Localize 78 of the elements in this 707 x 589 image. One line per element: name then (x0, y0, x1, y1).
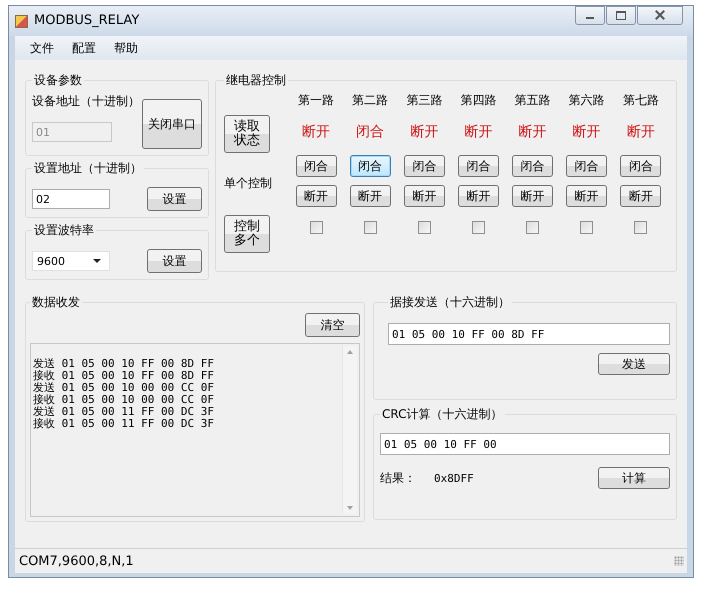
result-value: 0x8DFF (434, 472, 475, 484)
close-relay-button[interactable]: 闭合 (620, 155, 662, 177)
open-relay-button[interactable]: 断开 (620, 185, 662, 207)
open-relay-button[interactable]: 断开 (404, 185, 445, 207)
menu-item[interactable]: 帮助 (105, 40, 147, 56)
window-title: MODBUS_RELAY (34, 13, 140, 28)
caret-icon (93, 259, 101, 263)
close-relay-button[interactable]: 闭合 (404, 155, 445, 177)
close-icon[interactable] (637, 6, 683, 25)
close-relay-button[interactable]: 闭合 (566, 155, 608, 177)
relay-status: 断开 (626, 123, 655, 142)
checkbox[interactable] (526, 221, 540, 234)
group-title: 数据收发 (31, 294, 81, 311)
scrollbar[interactable] (342, 346, 357, 514)
close-relay-button[interactable]: 闭合 (512, 155, 554, 177)
relay-status: 断开 (464, 123, 492, 142)
open-relay-button[interactable]: 断开 (458, 185, 499, 207)
checkbox[interactable] (310, 221, 323, 234)
channel-label: 第六路 (568, 92, 605, 109)
channel-label: 第七路 (622, 92, 659, 109)
channel-label: 第二路 (352, 92, 388, 109)
group-title: 继电器控制 (225, 72, 287, 89)
set-button[interactable]: 设置 (147, 187, 202, 211)
group-title: CRC计算（十六进制） (381, 406, 504, 423)
send-button[interactable]: 发送 (598, 353, 670, 375)
field-label: 设备地址（十进制） (32, 93, 140, 110)
calculate-button[interactable]: 计算 (598, 467, 670, 489)
channel-label: 第三路 (406, 92, 442, 109)
group-title: 设置地址（十进制） (33, 160, 143, 177)
channel-label: 第四路 (460, 92, 496, 109)
app-icon (15, 15, 28, 28)
status-text: COM7,9600,8,N,1 (19, 554, 134, 568)
relay-status: 断开 (302, 123, 330, 142)
log-line: 发送 01 05 00 10 FF 00 8D FF (33, 358, 215, 370)
open-relay-button[interactable]: 断开 (566, 185, 608, 207)
group-title: 据接发送（十六进制） (389, 294, 511, 311)
menu-item[interactable]: 配置 (63, 40, 105, 56)
close-relay-button[interactable]: 闭合 (350, 155, 391, 177)
checkbox[interactable] (364, 221, 377, 234)
log-line: 接收 01 05 00 10 FF 00 8D FF (33, 370, 215, 382)
menu-item[interactable]: 文件 (21, 40, 63, 56)
address-field[interactable]: 02 (32, 189, 110, 209)
hex-input-field[interactable]: 01 05 00 10 FF 00 (380, 433, 670, 455)
scroll-up-icon[interactable] (347, 350, 353, 354)
control-multiple-button[interactable]: 控制多个 (224, 215, 270, 253)
set-button[interactable]: 设置 (147, 249, 202, 273)
minimize-icon[interactable] (575, 6, 605, 25)
relay-status: 闭合 (356, 123, 384, 142)
scroll-down-icon[interactable] (347, 506, 353, 510)
log-line: 接收 01 05 00 11 FF 00 DC 3F (33, 418, 215, 430)
log-line: 发送 01 05 00 10 00 00 CC 0F (33, 382, 215, 394)
open-relay-button[interactable]: 断开 (512, 185, 554, 207)
row-label: 单个控制 (224, 174, 272, 192)
close-relay-button[interactable]: 闭合 (458, 155, 499, 177)
open-relay-button[interactable]: 断开 (296, 185, 337, 207)
open-relay-button[interactable]: 断开 (350, 185, 391, 207)
relay-status: 断开 (518, 123, 547, 142)
checkbox[interactable] (418, 221, 431, 234)
close-port-button[interactable]: 关闭串口 (142, 99, 202, 149)
log-line: 发送 01 05 00 11 FF 00 DC 3F (33, 406, 215, 418)
close-relay-button[interactable]: 闭合 (296, 155, 337, 177)
checkbox[interactable] (580, 221, 594, 234)
log-line: 接收 01 05 00 10 00 00 CC 0F (33, 394, 215, 406)
result-label: 结果： (380, 470, 417, 486)
relay-status: 断开 (410, 123, 438, 142)
channel-label: 第五路 (514, 92, 551, 109)
checkbox[interactable] (634, 221, 648, 234)
group-title: 设备参数 (33, 72, 83, 89)
channel-label: 第一路 (298, 92, 334, 109)
clear-button[interactable]: 清空 (305, 313, 360, 337)
hex-input-field[interactable]: 01 05 00 10 FF 00 8D FF (388, 323, 670, 345)
group-title: 设置波特率 (33, 222, 95, 239)
resize-grip-icon (674, 556, 684, 566)
baud-rate-dropdown[interactable]: 9600 (32, 251, 110, 271)
checkbox[interactable] (472, 221, 485, 234)
read-status-button[interactable]: 读取状态 (224, 115, 270, 153)
maximize-icon[interactable] (606, 6, 636, 25)
relay-status: 断开 (572, 123, 601, 142)
